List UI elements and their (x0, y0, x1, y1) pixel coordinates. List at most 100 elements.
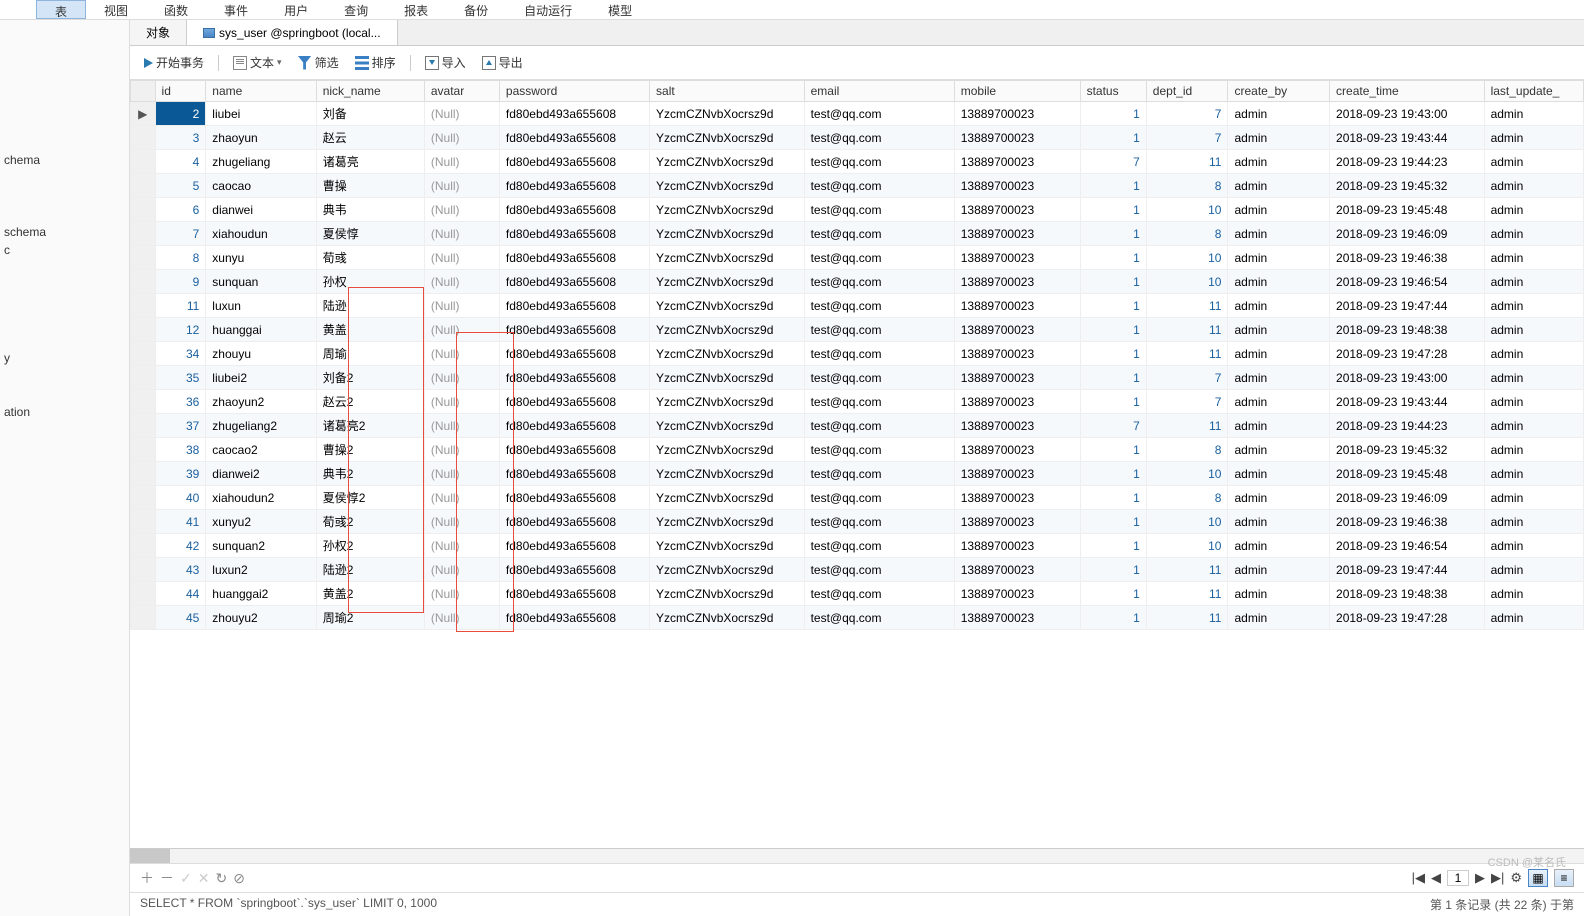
cell-ct[interactable]: 2018-09-23 19:46:38 (1330, 246, 1485, 270)
cell-mobile[interactable]: 13889700023 (954, 270, 1080, 294)
cell-id[interactable]: 9 (155, 270, 206, 294)
cell-lu[interactable]: admin (1484, 582, 1583, 606)
cell-name[interactable]: xiahoudun2 (206, 486, 316, 510)
cell-id[interactable]: 8 (155, 246, 206, 270)
cell-avatar[interactable]: (Null) (424, 270, 499, 294)
cell-id[interactable]: 34 (155, 342, 206, 366)
cell-salt[interactable]: YzcmCZNvbXocrsz9d (650, 246, 805, 270)
cell-lu[interactable]: admin (1484, 342, 1583, 366)
cell-email[interactable]: test@qq.com (804, 294, 954, 318)
page-input[interactable] (1447, 870, 1469, 886)
cell-nick[interactable]: 黄盖 (316, 318, 424, 342)
cell-mobile[interactable]: 13889700023 (954, 198, 1080, 222)
cell-avatar[interactable]: (Null) (424, 438, 499, 462)
cell-status[interactable]: 1 (1080, 606, 1146, 630)
cell-dept[interactable]: 11 (1146, 582, 1228, 606)
cell-ct[interactable]: 2018-09-23 19:46:09 (1330, 486, 1485, 510)
commit-button[interactable]: ✓ (180, 870, 192, 887)
sidebar-item[interactable] (0, 24, 129, 42)
cell-email[interactable]: test@qq.com (804, 582, 954, 606)
cell-mobile[interactable]: 13889700023 (954, 510, 1080, 534)
cell-email[interactable]: test@qq.com (804, 390, 954, 414)
cell-status[interactable]: 7 (1080, 414, 1146, 438)
cell-name[interactable]: dianwei (206, 198, 316, 222)
cell-dept[interactable]: 8 (1146, 486, 1228, 510)
cell-dept[interactable]: 11 (1146, 150, 1228, 174)
cell-avatar[interactable]: (Null) (424, 318, 499, 342)
cell-by[interactable]: admin (1228, 438, 1330, 462)
cell-email[interactable]: test@qq.com (804, 486, 954, 510)
filter-button[interactable]: 筛选 (294, 52, 343, 73)
cell-mobile[interactable]: 13889700023 (954, 486, 1080, 510)
cell-dept[interactable]: 8 (1146, 438, 1228, 462)
menu-7[interactable]: 报表 (386, 0, 446, 19)
cell-ct[interactable]: 2018-09-23 19:44:23 (1330, 150, 1485, 174)
cell-id[interactable]: 5 (155, 174, 206, 198)
cell-by[interactable]: admin (1228, 366, 1330, 390)
cell-dept[interactable]: 10 (1146, 198, 1228, 222)
cell-status[interactable]: 1 (1080, 390, 1146, 414)
begin-transaction-button[interactable]: 开始事务 (140, 52, 208, 73)
column-header[interactable]: password (499, 81, 649, 102)
cell-nick[interactable]: 典韦2 (316, 462, 424, 486)
stop-button[interactable]: ⊘ (233, 870, 245, 887)
table-row[interactable]: 12huanggai黄盖(Null)fd80ebd493a655608YzcmC… (131, 318, 1584, 342)
cell-name[interactable]: caocao (206, 174, 316, 198)
table-row[interactable]: 38caocao2曹操2(Null)fd80ebd493a655608YzcmC… (131, 438, 1584, 462)
cell-salt[interactable]: YzcmCZNvbXocrsz9d (650, 294, 805, 318)
cell-lu[interactable]: admin (1484, 558, 1583, 582)
cell-pw[interactable]: fd80ebd493a655608 (499, 294, 649, 318)
prev-record-button[interactable]: ◀ (1431, 870, 1441, 886)
cell-ct[interactable]: 2018-09-23 19:43:44 (1330, 126, 1485, 150)
cell-pw[interactable]: fd80ebd493a655608 (499, 270, 649, 294)
export-button[interactable]: 导出 (478, 52, 527, 73)
cell-salt[interactable]: YzcmCZNvbXocrsz9d (650, 150, 805, 174)
cell-nick[interactable]: 陆逊2 (316, 558, 424, 582)
cell-id[interactable]: 42 (155, 534, 206, 558)
table-row[interactable]: 9sunquan孙权(Null)fd80ebd493a655608YzcmCZN… (131, 270, 1584, 294)
menu-1[interactable]: 表 (36, 0, 86, 19)
cell-id[interactable]: 35 (155, 366, 206, 390)
cell-mobile[interactable]: 13889700023 (954, 582, 1080, 606)
cell-mobile[interactable]: 13889700023 (954, 318, 1080, 342)
cell-pw[interactable]: fd80ebd493a655608 (499, 102, 649, 126)
cell-ct[interactable]: 2018-09-23 19:44:23 (1330, 414, 1485, 438)
table-row[interactable]: 11luxun陆逊(Null)fd80ebd493a655608YzcmCZNv… (131, 294, 1584, 318)
sidebar-item[interactable] (0, 384, 129, 402)
sidebar-item[interactable] (0, 132, 129, 150)
cell-ct[interactable]: 2018-09-23 19:46:09 (1330, 222, 1485, 246)
cell-dept[interactable]: 7 (1146, 366, 1228, 390)
cell-id[interactable]: 38 (155, 438, 206, 462)
cell-by[interactable]: admin (1228, 534, 1330, 558)
column-header[interactable]: last_update_ (1484, 81, 1583, 102)
cell-status[interactable]: 1 (1080, 246, 1146, 270)
cell-by[interactable]: admin (1228, 462, 1330, 486)
cell-lu[interactable]: admin (1484, 318, 1583, 342)
sidebar-item[interactable] (0, 294, 129, 312)
menu-0[interactable] (0, 0, 36, 19)
table-row[interactable]: 7xiahoudun夏侯惇(Null)fd80ebd493a655608Yzcm… (131, 222, 1584, 246)
cell-nick[interactable]: 赵云2 (316, 390, 424, 414)
cell-id[interactable]: 3 (155, 126, 206, 150)
cell-dept[interactable]: 10 (1146, 510, 1228, 534)
column-header[interactable]: name (206, 81, 316, 102)
cell-dept[interactable]: 11 (1146, 294, 1228, 318)
cell-by[interactable]: admin (1228, 390, 1330, 414)
sidebar-item[interactable] (0, 420, 129, 438)
cell-name[interactable]: luxun (206, 294, 316, 318)
cell-pw[interactable]: fd80ebd493a655608 (499, 342, 649, 366)
cell-nick[interactable]: 周瑜 (316, 342, 424, 366)
cell-lu[interactable]: admin (1484, 174, 1583, 198)
cell-pw[interactable]: fd80ebd493a655608 (499, 534, 649, 558)
cell-email[interactable]: test@qq.com (804, 534, 954, 558)
cell-lu[interactable]: admin (1484, 366, 1583, 390)
sidebar-item[interactable]: chema (0, 150, 129, 168)
cell-status[interactable]: 1 (1080, 270, 1146, 294)
cell-salt[interactable]: YzcmCZNvbXocrsz9d (650, 486, 805, 510)
cell-nick[interactable]: 孙权2 (316, 534, 424, 558)
column-header[interactable]: email (804, 81, 954, 102)
cell-ct[interactable]: 2018-09-23 19:48:38 (1330, 582, 1485, 606)
cell-email[interactable]: test@qq.com (804, 510, 954, 534)
table-row[interactable]: 45zhouyu2周瑜2(Null)fd80ebd493a655608YzcmC… (131, 606, 1584, 630)
table-row[interactable]: 6dianwei典韦(Null)fd80ebd493a655608YzcmCZN… (131, 198, 1584, 222)
